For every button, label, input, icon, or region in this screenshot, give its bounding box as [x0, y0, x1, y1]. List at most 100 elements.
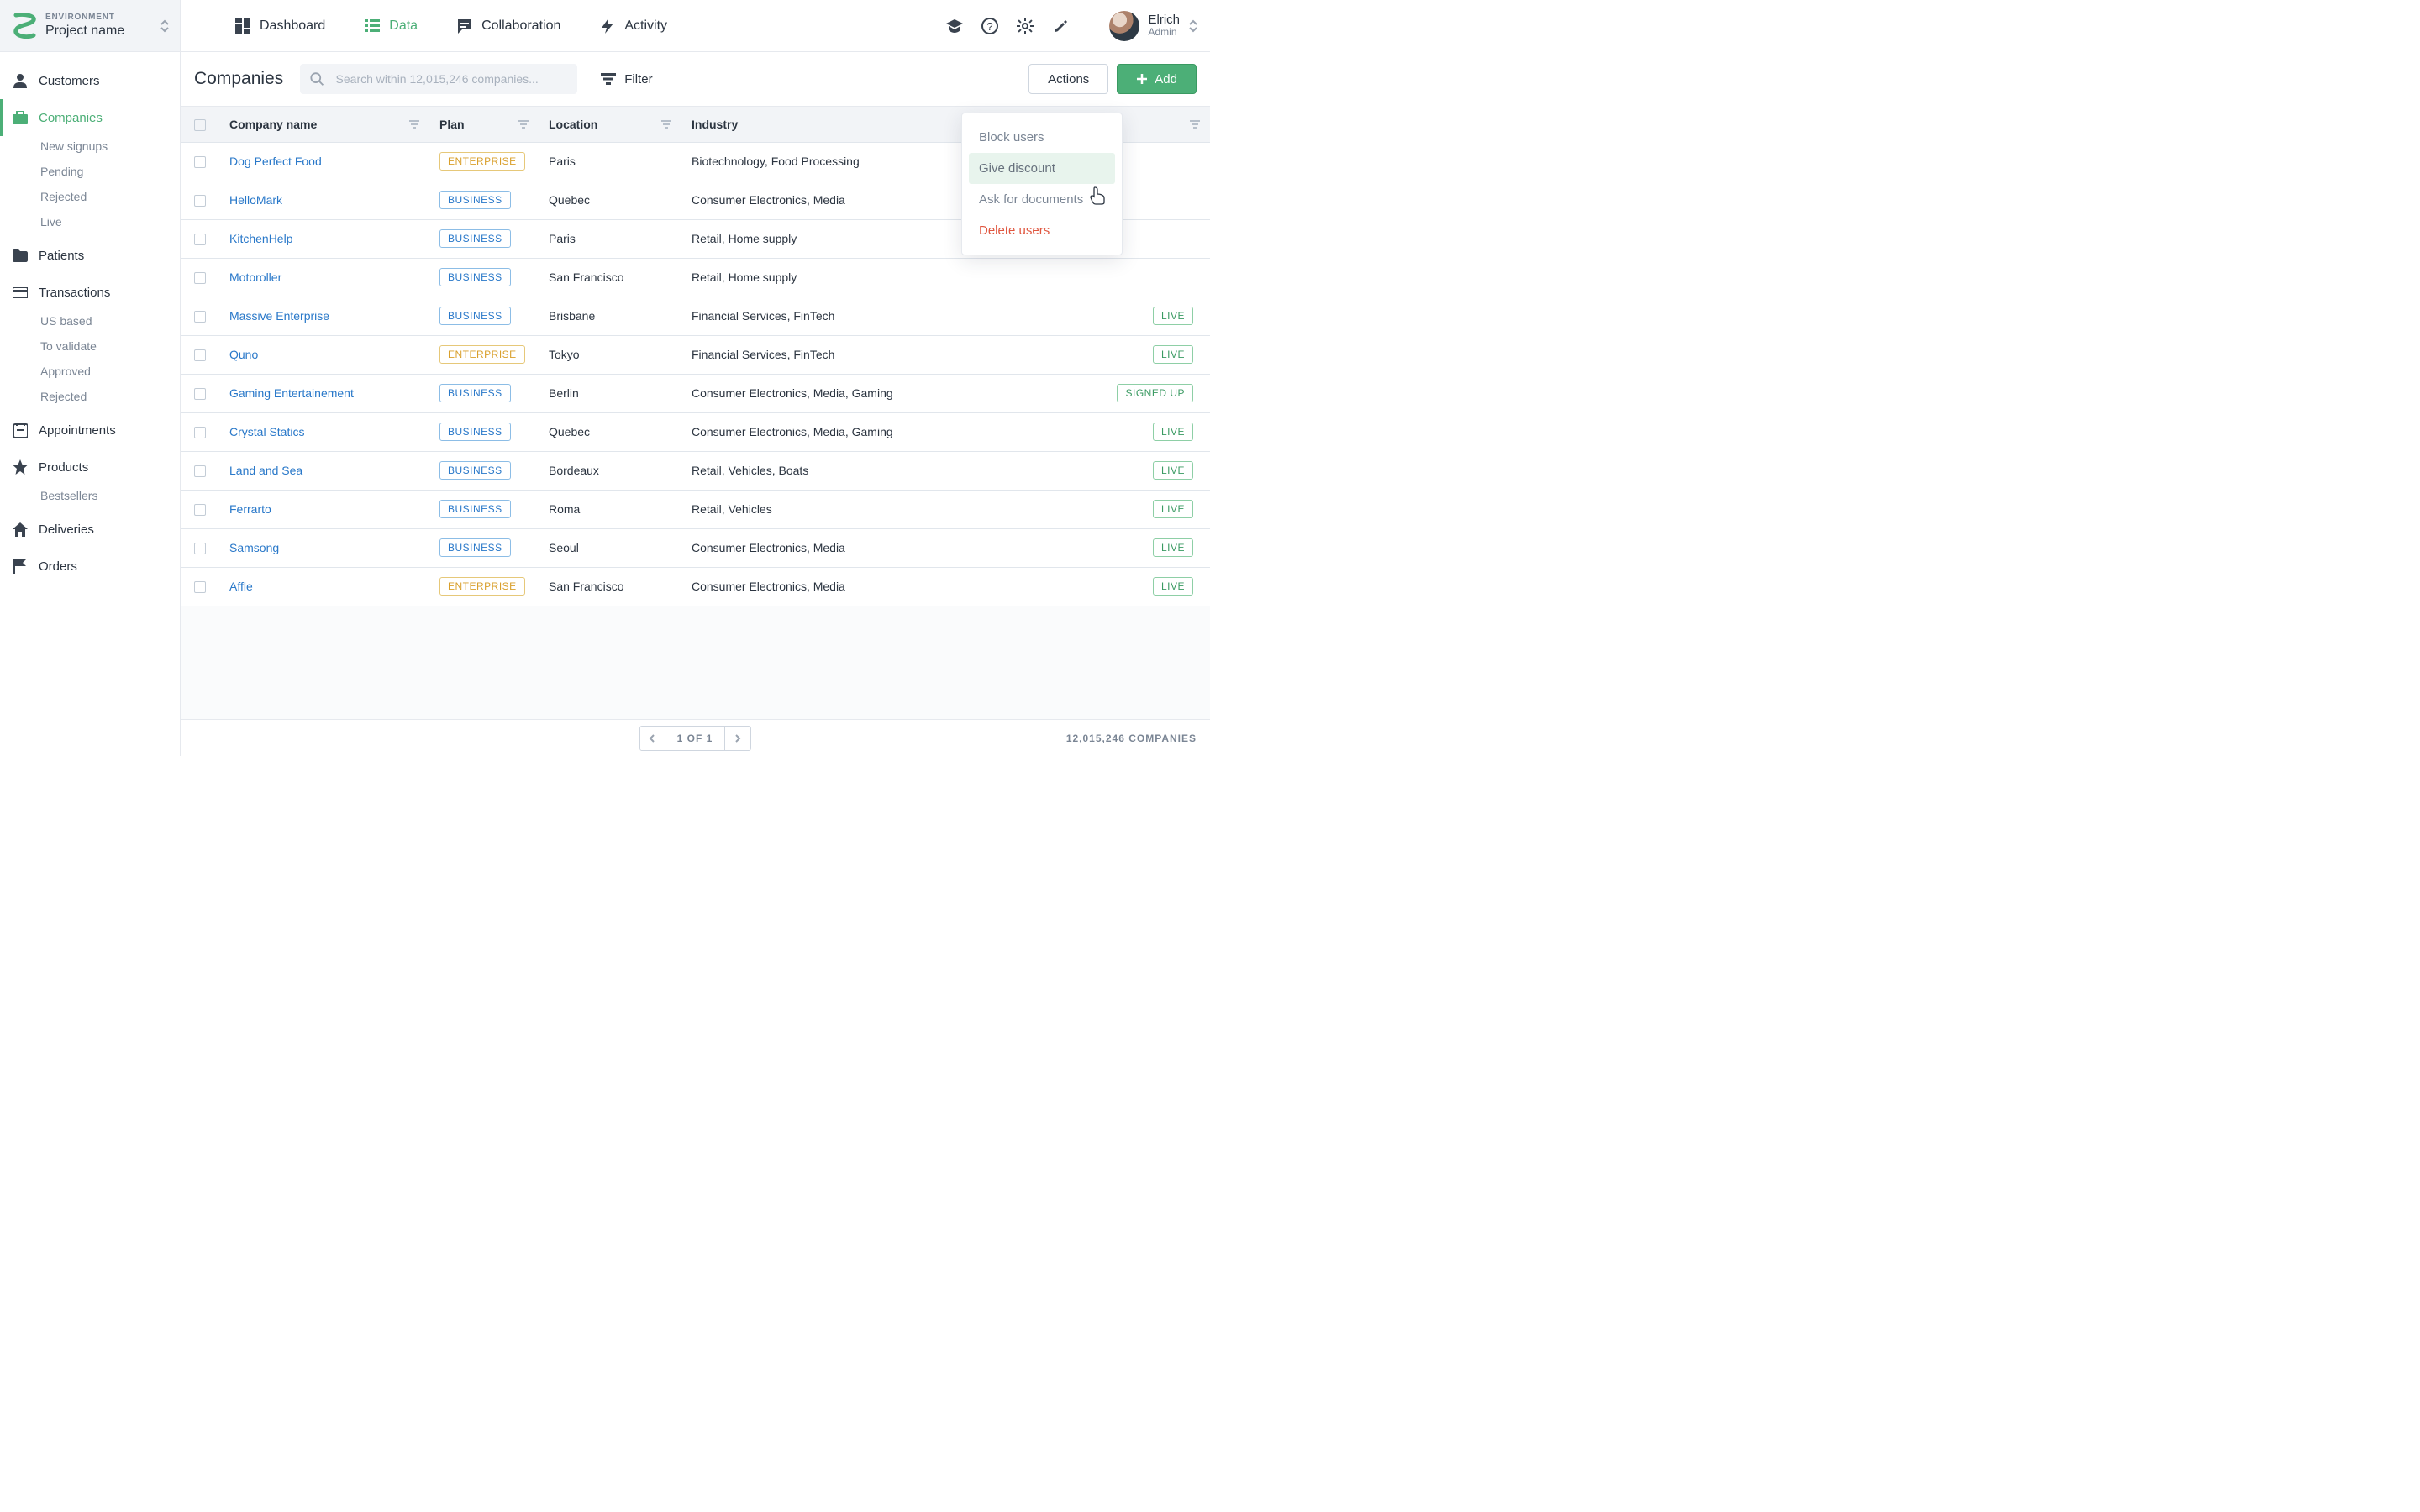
row-checkbox[interactable]: [181, 451, 219, 490]
search-box[interactable]: [300, 64, 577, 94]
content: Customers Companies New signups Pending …: [0, 52, 1210, 756]
company-link[interactable]: HelloMark: [229, 193, 282, 207]
sidebar-item-transactions[interactable]: Transactions: [0, 274, 180, 311]
sidebar-sub-live[interactable]: Live: [0, 212, 180, 237]
action-delete-users[interactable]: Delete users: [969, 215, 1115, 246]
header-plan[interactable]: Plan: [429, 107, 539, 142]
company-link[interactable]: Samsong: [229, 541, 279, 554]
company-link[interactable]: Motoroller: [229, 270, 281, 284]
industry-cell: Retail, Vehicles, Boats: [681, 451, 1042, 490]
sidebar-item-companies[interactable]: Companies: [0, 99, 180, 136]
row-checkbox[interactable]: [181, 181, 219, 219]
location-cell: Paris: [539, 142, 681, 181]
sidebar-item-patients[interactable]: Patients: [0, 237, 180, 274]
sort-icon[interactable]: [518, 118, 529, 131]
pager-label: 1 OF 1: [666, 727, 726, 750]
action-block-users[interactable]: Block users: [969, 122, 1115, 153]
header-company[interactable]: Company name: [219, 107, 429, 142]
actions-button[interactable]: Actions: [1028, 64, 1108, 94]
table-row[interactable]: Land and SeaBUSINESSBordeauxRetail, Vehi…: [181, 451, 1210, 490]
company-link[interactable]: Land and Sea: [229, 464, 302, 477]
sidebar-item-products[interactable]: Products: [0, 449, 180, 486]
company-link[interactable]: Affle: [229, 580, 253, 593]
table-row[interactable]: SamsongBUSINESSSeoulConsumer Electronics…: [181, 528, 1210, 567]
table-row[interactable]: Massive EnterpriseBUSINESSBrisbaneFinanc…: [181, 297, 1210, 335]
table-row[interactable]: AffleENTERPRISESan FranciscoConsumer Ele…: [181, 567, 1210, 606]
location-cell: Brisbane: [539, 297, 681, 335]
svg-text:?: ?: [987, 20, 993, 33]
sidebar-sub-rejected[interactable]: Rejected: [0, 186, 180, 212]
row-checkbox[interactable]: [181, 142, 219, 181]
sort-icon[interactable]: [409, 118, 419, 131]
row-checkbox[interactable]: [181, 297, 219, 335]
sidebar-item-orders[interactable]: Orders: [0, 548, 180, 585]
user-name: Elrich: [1148, 13, 1180, 27]
header-checkbox[interactable]: [181, 107, 219, 142]
action-give-discount[interactable]: Give discount: [969, 153, 1115, 184]
company-link[interactable]: Dog Perfect Food: [229, 155, 322, 168]
folder-icon: [12, 249, 29, 262]
sort-icon[interactable]: [661, 118, 671, 131]
company-link[interactable]: Crystal Statics: [229, 425, 304, 438]
help-icon[interactable]: ?: [981, 18, 998, 34]
sidebar-item-appointments[interactable]: Appointments: [0, 412, 180, 449]
row-checkbox[interactable]: [181, 258, 219, 297]
sidebar-sub-approved[interactable]: Approved: [0, 361, 180, 386]
pager-prev[interactable]: [640, 727, 666, 750]
row-checkbox[interactable]: [181, 412, 219, 451]
tab-collaboration[interactable]: Collaboration: [456, 18, 560, 34]
company-link[interactable]: Gaming Entertainement: [229, 386, 354, 400]
briefcase-icon: [12, 111, 29, 124]
action-ask-documents[interactable]: Ask for documents: [969, 184, 1115, 215]
add-button[interactable]: Add: [1117, 64, 1197, 94]
row-checkbox[interactable]: [181, 219, 219, 258]
brush-icon[interactable]: [1052, 18, 1069, 34]
filter-button[interactable]: Filter: [594, 72, 659, 87]
table-row[interactable]: QunoENTERPRISETokyoFinancial Services, F…: [181, 335, 1210, 374]
header-location[interactable]: Location: [539, 107, 681, 142]
company-link[interactable]: Massive Enterprise: [229, 309, 329, 323]
tab-dashboard[interactable]: Dashboard: [234, 18, 325, 34]
sidebar-sub-pending[interactable]: Pending: [0, 161, 180, 186]
table-row[interactable]: MotorollerBUSINESSSan FranciscoRetail, H…: [181, 258, 1210, 297]
company-link[interactable]: Ferrarto: [229, 502, 271, 516]
status-cell: LIVE: [1042, 567, 1210, 606]
gear-icon[interactable]: [1017, 18, 1034, 34]
project-selector[interactable]: ENVIRONMENT Project name: [0, 0, 181, 51]
row-checkbox[interactable]: [181, 567, 219, 606]
sidebar-item-deliveries[interactable]: Deliveries: [0, 511, 180, 548]
location-cell: San Francisco: [539, 258, 681, 297]
project-name: Project name: [45, 24, 151, 39]
tab-data[interactable]: Data: [364, 18, 418, 34]
row-checkbox[interactable]: [181, 528, 219, 567]
sidebar-sub-bestsellers[interactable]: Bestsellers: [0, 486, 180, 511]
logo-icon: [12, 13, 37, 39]
tab-label: Activity: [624, 18, 667, 34]
pager-next[interactable]: [725, 727, 750, 750]
education-icon[interactable]: [946, 18, 963, 34]
sort-icon[interactable]: [1190, 118, 1200, 131]
user-menu[interactable]: Elrich Admin: [1109, 11, 1198, 41]
sidebar-item-customers[interactable]: Customers: [0, 62, 180, 99]
sidebar-sub-to-validate[interactable]: To validate: [0, 336, 180, 361]
row-checkbox[interactable]: [181, 490, 219, 528]
sidebar-sub-new-signups[interactable]: New signups: [0, 136, 180, 161]
table-row[interactable]: Gaming EntertainementBUSINESSBerlinConsu…: [181, 374, 1210, 412]
plus-icon: [1136, 73, 1148, 85]
sidebar-sub-us-based[interactable]: US based: [0, 311, 180, 336]
sidebar-item-label: Transactions: [39, 286, 110, 300]
table-row[interactable]: FerrartoBUSINESSRomaRetail, VehiclesLIVE: [181, 490, 1210, 528]
row-checkbox[interactable]: [181, 374, 219, 412]
status-cell: LIVE: [1042, 490, 1210, 528]
user-chevrons-icon: [1188, 19, 1198, 33]
company-link[interactable]: KitchenHelp: [229, 232, 293, 245]
tab-activity[interactable]: Activity: [599, 18, 667, 34]
industry-cell: Consumer Electronics, Media: [681, 567, 1042, 606]
sidebar-sub-rejected-tx[interactable]: Rejected: [0, 386, 180, 412]
tab-label: Collaboration: [481, 18, 560, 34]
search-input[interactable]: [334, 71, 568, 87]
status-pill: LIVE: [1153, 307, 1193, 325]
table-row[interactable]: Crystal StaticsBUSINESSQuebecConsumer El…: [181, 412, 1210, 451]
company-link[interactable]: Quno: [229, 348, 258, 361]
row-checkbox[interactable]: [181, 335, 219, 374]
